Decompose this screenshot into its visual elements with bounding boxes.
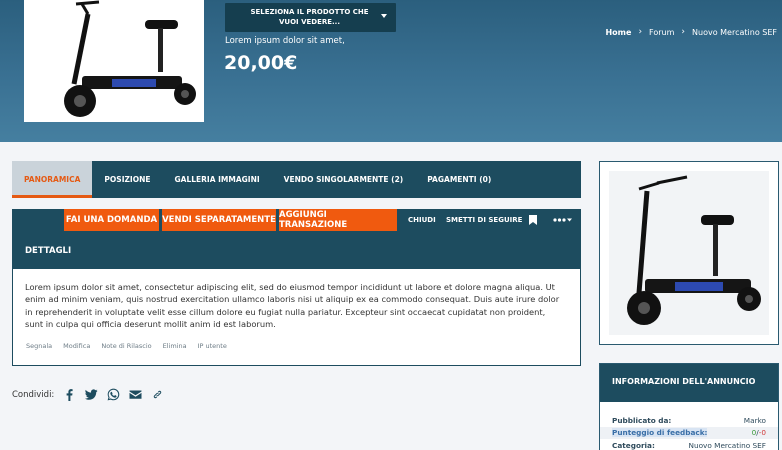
add-transaction-button[interactable]: AGGIUNGI TRANSAZIONE: [279, 209, 397, 231]
whatsapp-icon[interactable]: [107, 388, 120, 401]
details-title: DETTAGLI: [13, 232, 580, 269]
chevron-down-icon: [381, 14, 387, 18]
category-link[interactable]: Nuovo Mercatino SEF: [689, 441, 767, 450]
sidebar-product-photo[interactable]: [599, 161, 779, 345]
listing-info-title: INFORMAZIONI DELL'ANNUNCIO: [600, 364, 778, 402]
tab-location[interactable]: POSIZIONE: [92, 161, 162, 198]
short-description: Lorem ipsum dolor sit amet,: [225, 36, 345, 46]
scooter-image: [64, 0, 196, 117]
variant-select-label: SELEZIONA IL PRODOTTO CHE VUOI VEDERE...: [250, 8, 369, 26]
tab-overview[interactable]: PANORAMICA: [12, 161, 93, 198]
publisher-link[interactable]: Marko: [744, 416, 766, 425]
publisher-label: Pubblicato da:: [612, 415, 672, 425]
tab-bar: PANORAMICA POSIZIONE GALLERIA IMMAGINI V…: [12, 161, 581, 198]
share-bar: Condividi:: [12, 388, 164, 401]
details-text: Lorem ipsum dolor sit amet, consectetur …: [25, 282, 560, 329]
info-row-publisher: Pubblicato da: Marko: [600, 414, 778, 427]
bookmark-icon[interactable]: [529, 209, 537, 231]
release-notes-link[interactable]: Note di Rilascio: [101, 342, 151, 350]
product-variant-select[interactable]: SELEZIONA IL PRODOTTO CHE VUOI VEDERE...: [225, 3, 396, 32]
chevron-right-icon: ›: [681, 27, 686, 37]
user-ip-link[interactable]: IP utente: [198, 342, 227, 350]
feedback-label: Punteggio di feedback:: [612, 428, 708, 438]
chevron-right-icon: ›: [638, 27, 643, 37]
edit-link[interactable]: Modifica: [63, 342, 90, 350]
breadcrumb-forum[interactable]: Forum: [649, 28, 674, 37]
scooter-image: [627, 175, 761, 325]
post-actions: Segnala Modifica Note di Rilascio Elimin…: [26, 342, 227, 350]
tab-gallery[interactable]: GALLERIA IMMAGINI: [163, 161, 272, 198]
sell-separately-button[interactable]: VENDI SEPARATAMENTE: [162, 209, 276, 231]
report-link[interactable]: Segnala: [26, 342, 52, 350]
close-button[interactable]: CHIUDI: [408, 209, 436, 231]
listing-header: SELEZIONA IL PRODOTTO CHE VUOI VEDERE...…: [0, 0, 782, 142]
breadcrumb-home[interactable]: Home: [605, 28, 631, 37]
ask-question-button[interactable]: FAI UNA DOMANDA: [64, 209, 159, 231]
link-icon[interactable]: [151, 388, 164, 401]
sidebar-photo-frame: [609, 171, 769, 335]
details-panel: DETTAGLI Lorem ipsum dolor sit amet, con…: [12, 231, 581, 366]
info-row-feedback: Punteggio di feedback: 0/-0: [600, 426, 778, 439]
product-photo[interactable]: [24, 0, 204, 122]
tab-payments[interactable]: PAGAMENTI (0): [415, 161, 503, 198]
feedback-negative: -0: [758, 428, 766, 438]
facebook-icon[interactable]: [63, 388, 76, 401]
delete-link[interactable]: Elimina: [163, 342, 187, 350]
more-options-icon[interactable]: [553, 209, 572, 231]
email-icon[interactable]: [129, 388, 142, 401]
category-label: Categoria:: [612, 440, 655, 450]
tab-sell-individually[interactable]: VENDO SINGOLARMENTE (2): [272, 161, 416, 198]
listing-info-panel: INFORMAZIONI DELL'ANNUNCIO Pubblicato da…: [599, 363, 779, 450]
price: 20,00€: [224, 52, 298, 74]
share-label: Condividi:: [12, 389, 55, 400]
breadcrumb-category[interactable]: Nuovo Mercatino SEF: [692, 28, 777, 37]
action-bar: FAI UNA DOMANDA VENDI SEPARATAMENTE AGGI…: [12, 209, 581, 231]
breadcrumb: Home › Forum › Nuovo Mercatino SEF: [605, 27, 777, 37]
unfollow-button[interactable]: SMETTI DI SEGUIRE: [446, 209, 522, 231]
info-row-category: Categoria: Nuovo Mercatino SEF: [600, 439, 778, 450]
twitter-icon[interactable]: [85, 388, 98, 401]
feedback-score[interactable]: 0/-0: [752, 428, 766, 437]
